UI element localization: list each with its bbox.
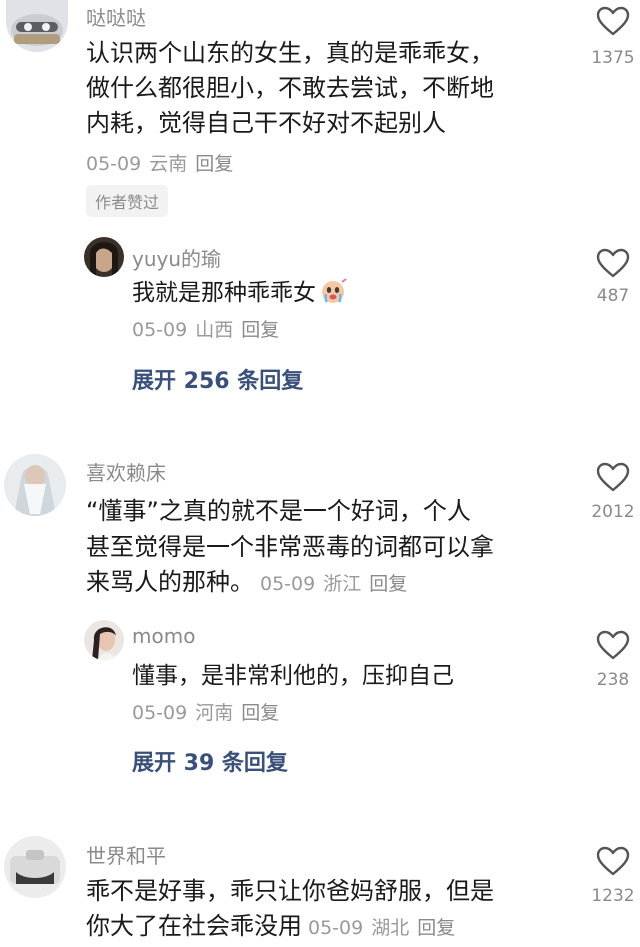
avatar[interactable]: [84, 237, 124, 277]
heart-outline-icon: [596, 846, 630, 876]
reply-date: 05-09: [132, 702, 188, 724]
like-count: 2012: [591, 502, 635, 522]
reply-text-content: 我就是那种乖乖女: [132, 280, 316, 306]
comment-location: 云南: [149, 153, 188, 175]
comment-text-line: 你大了在社会乖没用 05-09 湖北 回复: [86, 909, 463, 946]
comment-text-content: 来骂人的那种。: [86, 568, 254, 596]
comment-text-line: 内耗，觉得自己干不好对不起别人: [86, 109, 446, 137]
comment-username[interactable]: 喜欢赖床: [86, 457, 166, 486]
like-button[interactable]: 1232: [578, 846, 640, 906]
heart-outline-icon: [596, 462, 630, 492]
comment-date: 05-09: [86, 153, 142, 175]
reply-button[interactable]: 回复: [241, 702, 279, 724]
comment-date: 05-09: [260, 573, 316, 595]
reply-button[interactable]: 回复: [195, 153, 233, 175]
heart-outline-icon: [596, 6, 630, 36]
reply-username[interactable]: yuyu的瑜: [132, 243, 221, 272]
expand-replies-link[interactable]: 展开 39 条回复: [132, 745, 288, 777]
comment-meta: 05-09 云南 回复: [86, 149, 241, 176]
comment-text-content: 你大了在社会乖没用: [86, 912, 302, 940]
like-button[interactable]: 2012: [578, 462, 640, 522]
comment-username[interactable]: 哒哒哒: [86, 2, 146, 31]
comment-text-line: “懂事”之真的就不是一个好词，个人: [86, 497, 471, 525]
reply-location: 河南: [195, 702, 234, 724]
like-button[interactable]: 487: [578, 248, 640, 306]
comment-text-line: 认识两个山东的女生，真的是乖乖女，: [86, 39, 494, 67]
comment-text-line: 做什么都很胆小，不敢去尝试，不断地: [86, 74, 494, 102]
reply-button[interactable]: 回复: [241, 319, 279, 341]
comment-meta: 05-09 浙江 回复: [260, 573, 415, 595]
reply-meta: 05-09 河南 回复: [132, 698, 287, 725]
expand-replies-link[interactable]: 展开 256 条回复: [132, 363, 303, 395]
like-button[interactable]: 1375: [578, 6, 640, 68]
comment-text-line: 来骂人的那种。 05-09 浙江 回复: [86, 565, 415, 602]
like-count: 487: [596, 286, 630, 306]
comment-text-line: 甚至觉得是一个非常恶毒的词都可以拿: [86, 533, 494, 561]
like-count: 1232: [591, 886, 635, 906]
heart-outline-icon: [596, 248, 630, 278]
reply-button[interactable]: 回复: [417, 917, 455, 939]
comment-date: 05-09: [308, 917, 364, 939]
reply-location: 山西: [195, 319, 234, 341]
reply-text: 我就是那种乖乖女: [132, 276, 348, 315]
like-count: 1375: [591, 48, 635, 68]
reply-username[interactable]: momo: [132, 624, 195, 648]
reply-button[interactable]: 回复: [369, 573, 407, 595]
avatar[interactable]: [4, 454, 66, 516]
avatar[interactable]: [6, 0, 68, 52]
crying-face-emoji: [320, 278, 348, 315]
reply-date: 05-09: [132, 319, 188, 341]
like-button[interactable]: 238: [578, 630, 640, 690]
comment-username[interactable]: 世界和平: [86, 840, 166, 869]
avatar[interactable]: [84, 620, 124, 660]
comment-meta: 05-09 湖北 回复: [308, 917, 463, 939]
comment-text-line: 乖不是好事，乖只让你爸妈舒服，但是: [86, 877, 494, 905]
avatar[interactable]: [4, 836, 66, 898]
reply-meta: 05-09 山西 回复: [132, 315, 287, 342]
like-count: 238: [596, 670, 630, 690]
reply-text: 懂事，是非常利他的，压抑自己: [132, 663, 454, 689]
heart-outline-icon: [596, 630, 630, 660]
comment-location: 浙江: [323, 573, 362, 595]
author-liked-badge: 作者赞过: [86, 185, 169, 217]
comment-location: 湖北: [371, 917, 410, 939]
